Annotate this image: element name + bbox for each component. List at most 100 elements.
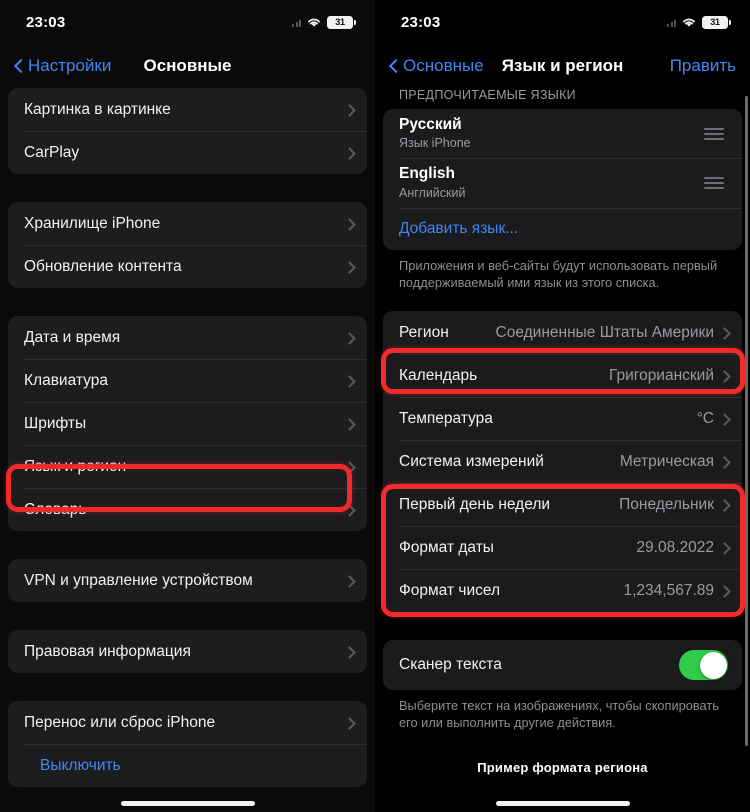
row-value: Соединенные Штаты Америки — [495, 323, 714, 341]
row-label: Сканер текста — [399, 656, 502, 674]
row-label: Календарь — [399, 366, 478, 384]
row-background-refresh[interactable]: Обновление контента — [8, 245, 367, 288]
section-header-region-format-example: Пример формата региона — [477, 759, 648, 775]
row-picture-in-picture[interactable]: Картинка в картинке — [8, 88, 367, 131]
chevron-right-icon — [345, 260, 353, 273]
row-label: Перенос или сброс iPhone — [24, 713, 216, 731]
chevron-right-icon — [345, 645, 353, 658]
row-temperature[interactable]: Температура °C — [383, 397, 742, 440]
edit-button[interactable]: Править — [670, 56, 736, 76]
row-fonts[interactable]: Шрифты — [8, 402, 367, 445]
row-first-day-of-week[interactable]: Первый день недели Понедельник — [383, 483, 742, 526]
row-label: Шрифты — [24, 414, 87, 432]
wifi-icon — [308, 18, 320, 27]
row-number-format[interactable]: Формат чисел 1,234,567.89 — [383, 569, 742, 612]
chevron-right-icon — [720, 455, 728, 468]
row-carplay[interactable]: CarPlay — [8, 131, 367, 174]
row-label: Регион — [399, 323, 449, 341]
row-label: Правовая информация — [24, 642, 191, 660]
row-label: Дата и время — [24, 328, 121, 346]
chevron-right-icon — [720, 498, 728, 511]
row-value: 29.08.2022 — [636, 538, 714, 556]
left-status-bar: 23:03 31 — [0, 0, 375, 44]
group-localization: Дата и время Клавиатура Шрифты Язык и ре… — [8, 316, 367, 531]
language-name: English — [399, 165, 455, 183]
drag-handle-icon[interactable] — [704, 127, 724, 140]
row-label: Система измерений — [399, 452, 544, 470]
language-item-russian[interactable]: Русский Язык iPhone — [383, 109, 742, 158]
row-label: Формат чисел — [399, 581, 500, 599]
add-language-button[interactable]: Добавить язык... — [383, 207, 742, 250]
signal-dots-icon — [292, 18, 301, 27]
group-preferred-languages: Русский Язык iPhone English Английский Д… — [383, 109, 742, 250]
languages-footnote: Приложения и веб-сайты будут использоват… — [399, 257, 718, 290]
row-dictionary[interactable]: Словарь — [8, 488, 367, 531]
row-date-format[interactable]: Формат даты 29.08.2022 — [383, 526, 742, 569]
row-measurement-system[interactable]: Система измерений Метрическая — [383, 440, 742, 483]
text-scanner-footnote: Выберите текст на изображениях, чтобы ск… — [399, 698, 719, 731]
row-value: °C — [696, 409, 714, 427]
row-shut-down[interactable]: Выключить — [8, 744, 367, 787]
chevron-right-icon — [345, 217, 353, 230]
left-phone-screen: 23:03 31 Настройки Основные Картинка в к… — [0, 0, 375, 812]
chevron-right-icon — [720, 584, 728, 597]
left-settings-list[interactable]: Картинка в картинке CarPlay Хранилище iP… — [0, 88, 375, 812]
add-language-label: Добавить язык... — [399, 219, 519, 237]
group-storage: Хранилище iPhone Обновление контента — [8, 202, 367, 288]
row-region[interactable]: Регион Соединенные Штаты Америки — [383, 311, 742, 354]
row-vpn-device-management[interactable]: VPN и управление устройством — [8, 559, 367, 602]
chevron-right-icon — [720, 369, 728, 382]
row-keyboard[interactable]: Клавиатура — [8, 359, 367, 402]
chevron-right-icon — [345, 331, 353, 344]
row-label: Температура — [399, 409, 493, 427]
row-text-scanner[interactable]: Сканер текста — [383, 640, 742, 690]
left-nav-bar: Настройки Основные — [0, 44, 375, 88]
row-iphone-storage[interactable]: Хранилище iPhone — [8, 202, 367, 245]
chevron-right-icon — [345, 574, 353, 587]
back-button-label: Настройки — [28, 56, 112, 75]
status-time: 23:03 — [26, 13, 66, 31]
chevron-right-icon — [720, 412, 728, 425]
chevron-right-icon — [345, 103, 353, 116]
right-settings-list[interactable]: ПРЕДПОЧИТАЕМЫЕ ЯЗЫКИ Русский Язык iPhone… — [375, 88, 750, 812]
row-label: Обновление контента — [24, 257, 182, 275]
text-scanner-toggle[interactable] — [679, 650, 728, 681]
drag-handle-icon[interactable] — [704, 176, 724, 189]
vertical-scrollbar[interactable] — [745, 96, 748, 746]
row-label: Хранилище iPhone — [24, 214, 161, 232]
chevron-right-icon — [345, 716, 353, 729]
panel-divider — [375, 0, 376, 812]
back-button[interactable]: Основные — [389, 56, 484, 76]
row-label: Первый день недели — [399, 495, 551, 513]
row-calendar[interactable]: Календарь Григорианский — [383, 354, 742, 397]
group-text-scanner: Сканер текста — [383, 640, 742, 691]
row-value: Григорианский — [608, 366, 714, 384]
home-indicator — [495, 801, 630, 806]
row-value: Метрическая — [619, 452, 714, 470]
language-item-english[interactable]: English Английский — [383, 158, 742, 207]
row-language-and-region[interactable]: Язык и регион — [8, 445, 367, 488]
group-media: Картинка в картинке CarPlay — [8, 88, 367, 174]
battery-icon: 31 — [702, 15, 731, 29]
language-subtitle: Язык iPhone — [399, 136, 471, 151]
row-date-and-time[interactable]: Дата и время — [8, 316, 367, 359]
group-region-settings: Регион Соединенные Штаты Америки Календа… — [383, 311, 742, 613]
battery-level: 31 — [335, 17, 345, 27]
row-transfer-or-reset-iphone[interactable]: Перенос или сброс iPhone — [8, 701, 367, 744]
chevron-left-icon — [14, 58, 24, 75]
row-legal-information[interactable]: Правовая информация — [8, 630, 367, 673]
chevron-right-icon — [345, 417, 353, 430]
back-button[interactable]: Настройки — [14, 56, 111, 76]
battery-icon: 31 — [327, 15, 356, 29]
battery-level: 31 — [710, 17, 720, 27]
row-label: Клавиатура — [24, 371, 108, 389]
right-phone-screen: 23:03 31 Основные Язык и регион Править — [375, 0, 750, 812]
section-header-preferred-languages: ПРЕДПОЧИТАЕМЫЕ ЯЗЫКИ — [399, 88, 576, 102]
